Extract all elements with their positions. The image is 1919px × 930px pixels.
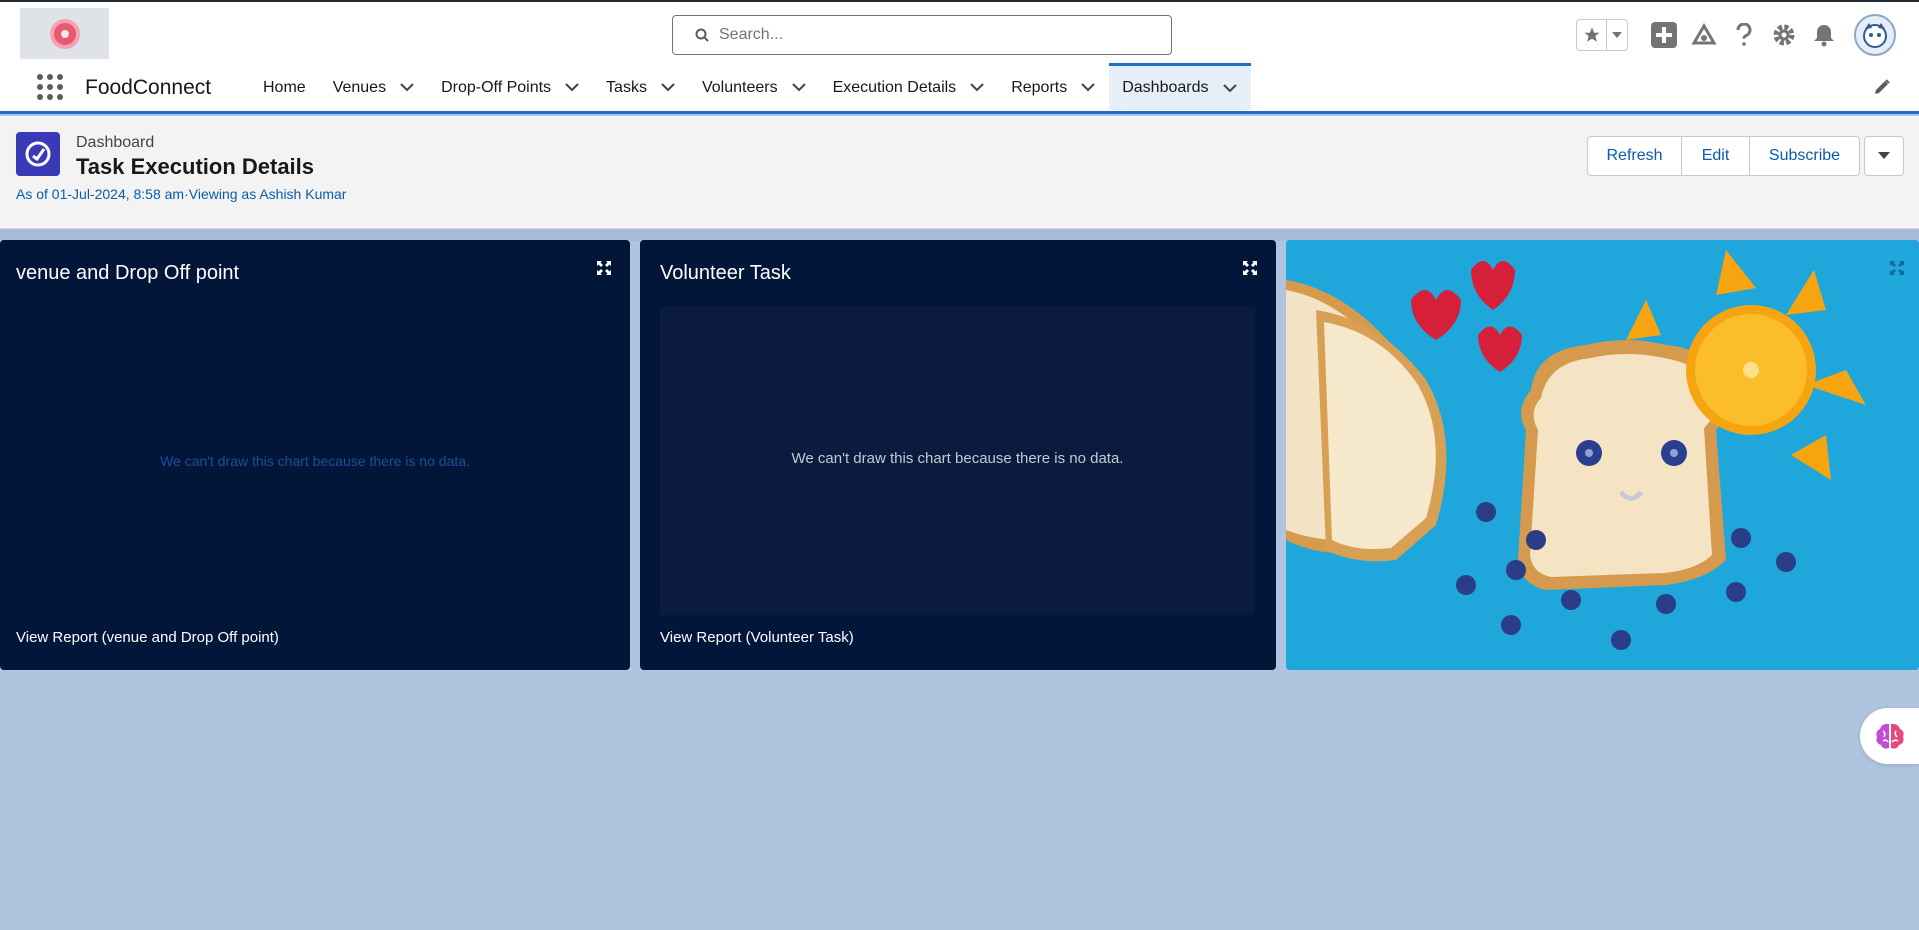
dashboard-widget-volunteer-task: Volunteer Task We can't draw this chart …: [640, 240, 1276, 670]
nav-item-label: Tasks: [606, 78, 647, 96]
search-input[interactable]: [719, 26, 1139, 44]
nav-item-label: Reports: [1011, 78, 1068, 96]
view-report-link[interactable]: View Report (Volunteer Task): [660, 629, 854, 646]
ai-assistant-button[interactable]: [1860, 708, 1919, 764]
app-name: FoodConnect: [85, 76, 212, 99]
donut-logo-icon: [49, 18, 80, 49]
setup-button[interactable]: [1770, 21, 1798, 49]
widget-title: venue and Drop Off point: [16, 262, 240, 284]
expand-icon: [1890, 261, 1904, 275]
expand-widget-button[interactable]: [1889, 260, 1905, 281]
chevron-down-icon[interactable]: [970, 83, 984, 92]
org-logo[interactable]: [20, 8, 109, 59]
nav-items: Home Venues Drop-Off Points Tasks Volunt…: [250, 63, 1251, 111]
refresh-button[interactable]: Refresh: [1587, 136, 1682, 176]
header-utility-icons: [1576, 14, 1896, 56]
expand-widget-button[interactable]: [1242, 260, 1258, 281]
favorites-button[interactable]: [1577, 20, 1607, 50]
gear-icon: [1773, 24, 1795, 46]
nav-item-label: Venues: [332, 78, 387, 96]
global-actions-button[interactable]: [1650, 21, 1678, 49]
view-report-link[interactable]: View Report (venue and Drop Off point): [16, 629, 279, 646]
nav-item-volunteers[interactable]: Volunteers: [689, 64, 820, 111]
global-search[interactable]: [672, 15, 1172, 55]
dashboard-widget-venue-dropoff: venue and Drop Off point We can't draw t…: [0, 240, 630, 670]
nav-item-label: Dashboards: [1122, 79, 1209, 96]
astro-avatar-icon: [1863, 23, 1887, 48]
nav-item-label: Drop-Off Points: [441, 78, 552, 96]
help-button[interactable]: [1730, 21, 1758, 49]
subscribe-button[interactable]: Subscribe: [1750, 136, 1860, 176]
food-photo-image: [1286, 240, 1919, 670]
nav-item-label: Volunteers: [701, 78, 778, 96]
dashboard-header: Dashboard Task Execution Details As of 0…: [0, 116, 1919, 229]
user-avatar[interactable]: [1854, 14, 1896, 56]
plus-icon: [1651, 22, 1677, 48]
page-title: Task Execution Details: [76, 154, 315, 179]
favorites-group: [1576, 19, 1628, 51]
chart-area: We can't draw this chart because there i…: [660, 307, 1255, 615]
object-type-label: Dashboard: [76, 134, 155, 151]
nav-item-drop-off-points[interactable]: Drop-Off Points: [428, 64, 593, 111]
trailhead-icon: [1691, 23, 1717, 45]
more-actions-button[interactable]: [1864, 136, 1904, 176]
help-icon: [1736, 23, 1752, 46]
chevron-down-icon[interactable]: [400, 83, 414, 92]
chevron-down-icon[interactable]: [791, 83, 806, 92]
no-data-message: We can't draw this chart because there i…: [791, 450, 1124, 467]
chevron-down-icon: [1878, 152, 1890, 159]
search-icon: [695, 28, 709, 42]
chevron-down-icon: [1612, 32, 1622, 38]
nav-item-label: Execution Details: [832, 78, 957, 96]
nav-item-dashboards[interactable]: Dashboards: [1109, 63, 1251, 110]
bell-icon: [1814, 25, 1834, 47]
chevron-down-icon[interactable]: [661, 83, 675, 92]
app-launcher-button[interactable]: [36, 73, 64, 101]
nav-item-home[interactable]: Home: [250, 64, 320, 111]
dashboard-icon: [16, 132, 60, 176]
chevron-down-icon[interactable]: [1222, 83, 1237, 93]
nav-item-label: Home: [263, 78, 306, 96]
expand-icon: [597, 261, 611, 275]
dashboard-actions: Refresh Edit Subscribe: [1587, 136, 1904, 176]
expand-icon: [1243, 261, 1257, 275]
favorites-list-button[interactable]: [1607, 31, 1627, 39]
edit-nav-items-button[interactable]: [1873, 78, 1891, 101]
as-of-timestamp: As of 01-Jul-2024, 8:58 am·Viewing as As…: [16, 186, 347, 202]
nav-item-tasks[interactable]: Tasks: [593, 64, 689, 111]
trailhead-button[interactable]: [1690, 21, 1718, 49]
no-data-message: We can't draw this chart because there i…: [160, 453, 470, 469]
nav-item-execution-details[interactable]: Execution Details: [820, 64, 999, 111]
dashboard-widget-image: [1286, 240, 1919, 670]
brain-icon: [1876, 723, 1904, 749]
edit-button[interactable]: Edit: [1682, 136, 1750, 176]
nav-item-venues[interactable]: Venues: [320, 64, 428, 111]
nav-item-reports[interactable]: Reports: [998, 64, 1109, 111]
widget-title: Volunteer Task: [660, 262, 791, 284]
expand-widget-button[interactable]: [596, 260, 612, 281]
star-icon: [1584, 27, 1599, 42]
notifications-button[interactable]: [1810, 21, 1838, 49]
global-header: [0, 0, 1919, 64]
chevron-down-icon[interactable]: [1081, 83, 1095, 92]
chevron-down-icon[interactable]: [565, 83, 579, 92]
app-nav-bar: FoodConnect Home Venues Drop-Off Points …: [0, 63, 1919, 114]
pencil-icon: [1875, 79, 1890, 94]
